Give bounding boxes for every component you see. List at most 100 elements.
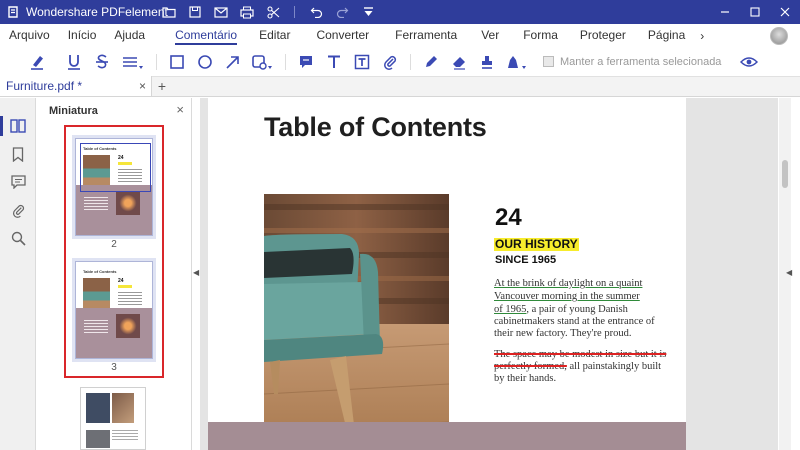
highlight-tool-icon[interactable] (24, 49, 52, 75)
menu-more-chevron-icon[interactable]: › (694, 29, 710, 43)
show-annotations-eye-icon[interactable] (735, 49, 763, 75)
open-folder-icon[interactable] (156, 0, 182, 24)
menu-proteger[interactable]: Proteger (571, 24, 635, 47)
thumb-highlight (118, 285, 132, 288)
menu-bar: Arquivo Início Ajuda Comentário Editar C… (0, 24, 800, 47)
menu-converter[interactable]: Converter (307, 24, 378, 47)
app-logo-icon (6, 5, 20, 19)
textbox-tool-icon[interactable] (348, 49, 376, 75)
page-title: Table of Contents (264, 112, 487, 142)
thumbnail-panel-close-icon[interactable]: × (176, 102, 184, 117)
oval-tool-icon[interactable] (191, 49, 219, 75)
comment-toolbar: Manter a ferramenta selecionada (0, 47, 800, 77)
menu-editar[interactable]: Editar (250, 24, 299, 47)
pencil-tool-icon[interactable] (417, 49, 445, 75)
underlined-text: Vancouver morning in the summer (494, 291, 640, 302)
page-thumbnail-2[interactable]: Table of Contents 24 (75, 138, 153, 236)
struck-text: The space may be modest in size but it i… (494, 349, 667, 360)
menu-inicio[interactable]: Início (59, 24, 106, 47)
thumb-text-lines (118, 292, 142, 306)
attachment-tool-icon[interactable] (376, 49, 404, 75)
thumb-heading: Table of Contents (83, 269, 117, 274)
app-window: Wondershare PDFelement Arquivo Início Aj… (0, 0, 800, 450)
user-avatar[interactable] (770, 27, 788, 45)
app-title: Wondershare PDFelement (26, 5, 168, 19)
collapse-panel-right-icon[interactable]: ◀ (786, 268, 792, 277)
document-tab[interactable]: Furniture.pdf * × (0, 76, 152, 96)
search-icon[interactable] (0, 224, 36, 252)
subheading: SINCE 1965 (495, 254, 557, 266)
title-separator (294, 6, 295, 18)
replace-text-tool-icon[interactable] (116, 49, 150, 75)
thumbnails-panel-icon[interactable] (0, 112, 36, 140)
text-tool-icon[interactable] (320, 49, 348, 75)
maximize-button[interactable] (740, 0, 770, 24)
quick-access-dropdown-icon[interactable] (355, 0, 381, 24)
menu-forma[interactable]: Forma (514, 24, 567, 47)
collapse-panel-left-icon[interactable]: ◀ (193, 268, 199, 277)
page-number-heading: 24 (495, 204, 522, 231)
redo-icon[interactable] (329, 0, 355, 24)
thumb-band-photo (116, 191, 140, 215)
keep-tool-label: Manter a ferramenta selecionada (560, 55, 722, 68)
attachments-panel-icon[interactable] (0, 196, 36, 224)
rectangle-tool-icon[interactable] (163, 49, 191, 75)
page-label-2: 2 (111, 239, 117, 250)
scrollbar-thumb[interactable] (782, 160, 788, 188)
menu-arquivo[interactable]: Arquivo (0, 24, 59, 47)
paragraph-2-line-1: The space may be modest in size but it i… (494, 349, 666, 361)
keep-tool-option[interactable]: Manter a ferramenta selecionada (543, 56, 721, 68)
minimize-button[interactable] (710, 0, 740, 24)
arrow-tool-icon[interactable] (219, 49, 247, 75)
tab-close-icon[interactable]: × (139, 79, 146, 93)
strikethrough-tool-icon[interactable] (88, 49, 116, 75)
email-icon[interactable] (208, 0, 234, 24)
thumbnail-panel-title: Miniatura (49, 105, 98, 117)
paragraph-1-line-4: cabinetmakers stand at the entrance of (494, 316, 655, 327)
page-thumbnail-3[interactable]: Table of Contents 24 (75, 261, 153, 359)
thumb4-photo (112, 393, 134, 423)
thumb4-text-lines (112, 430, 138, 440)
document-tab-bar: Furniture.pdf * × + (0, 76, 800, 97)
close-window-button[interactable] (770, 0, 800, 24)
comments-panel-icon[interactable] (0, 168, 36, 196)
menu-ajuda[interactable]: Ajuda (105, 24, 154, 47)
menu-ferramenta[interactable]: Ferramenta (386, 24, 466, 47)
menu-ver[interactable]: Ver (472, 24, 508, 47)
thumb-viewport-frame (80, 143, 151, 192)
shape-dropdown-tool-icon[interactable] (247, 49, 279, 75)
paragraph-2-line-3: by their hands. (494, 373, 557, 384)
pdf-page: Table of Contents 24 OUR HISTORY SINCE 1… (208, 98, 686, 450)
paragraph-1-line-2: Vancouver morning in the summer (494, 291, 640, 303)
paragraph-1-line-5: their new factory. They're proud. (494, 328, 632, 339)
thumbnail-panel: Miniatura × Table of Contents 24 2 Table… (37, 98, 192, 450)
scissors-icon[interactable] (260, 0, 286, 24)
underlined-text: of 1965 (494, 304, 527, 315)
undo-icon[interactable] (303, 0, 329, 24)
page-thumbnail-4[interactable] (80, 387, 146, 450)
stamp-tool-icon[interactable] (473, 49, 501, 75)
page-label-3: 3 (111, 362, 117, 373)
menu-comentario[interactable]: Comentário (166, 24, 246, 47)
new-tab-button[interactable]: + (152, 76, 172, 96)
bookmark-icon[interactable] (0, 140, 36, 168)
thumb4-block (86, 393, 110, 423)
paragraph-1-line-1: At the brink of daylight on a quaint (494, 278, 642, 290)
eraser-tool-icon[interactable] (445, 49, 473, 75)
underline-tool-icon[interactable] (60, 49, 88, 75)
thumb-band-lines (84, 320, 108, 334)
thumb-band-lines (84, 197, 108, 211)
save-icon[interactable] (182, 0, 208, 24)
toolbar-separator (156, 53, 157, 70)
keep-tool-checkbox[interactable] (543, 56, 554, 67)
title-bar: Wondershare PDFelement (0, 0, 800, 24)
note-tool-icon[interactable] (292, 49, 320, 75)
toolbar-separator (410, 53, 411, 70)
print-icon[interactable] (234, 0, 260, 24)
signature-dropdown-tool-icon[interactable] (501, 49, 533, 75)
chair-photo (264, 194, 449, 450)
menu-pagina[interactable]: Página (639, 24, 694, 47)
toolbar-separator (285, 53, 286, 70)
highlighted-heading: OUR HISTORY (494, 237, 579, 251)
thumb-band-photo (116, 314, 140, 338)
